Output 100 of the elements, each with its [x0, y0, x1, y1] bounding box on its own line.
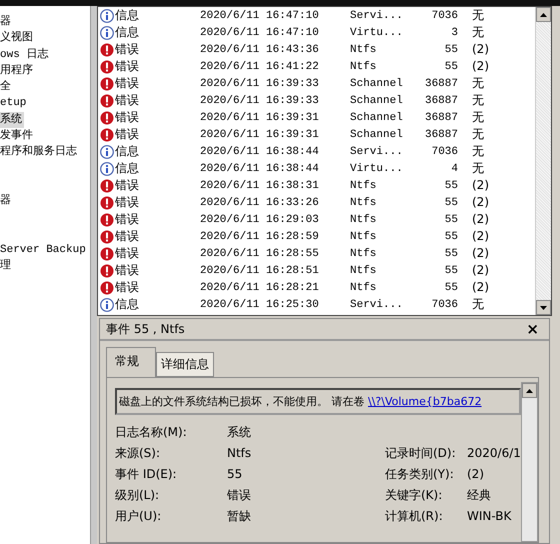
- tree-item[interactable]: Server Backup: [0, 242, 88, 258]
- field-value: 错误: [227, 488, 252, 503]
- category-text: 无: [471, 296, 485, 313]
- source-text: Ntfs: [350, 230, 378, 242]
- error-icon: [100, 42, 114, 56]
- category-text: 无: [471, 126, 485, 143]
- field-value: 经典: [467, 488, 492, 503]
- info-icon: [100, 144, 114, 158]
- category-text: (2): [471, 212, 490, 227]
- field-label: 级别(L):: [115, 488, 160, 503]
- scroll-up-icon[interactable]: [526, 388, 533, 392]
- category-text: 无: [471, 7, 485, 24]
- volume-link[interactable]: \\?\Volume{b7ba672: [368, 395, 482, 408]
- tree-item[interactable]: etup: [0, 95, 28, 112]
- event-id-text: 55: [444, 248, 458, 260]
- scrollbar[interactable]: [534, 7, 551, 315]
- level-text: 错误: [115, 58, 139, 75]
- error-icon: [100, 230, 114, 244]
- level-text: 错误: [115, 177, 139, 194]
- date-text: 2020/6/11 16:39:31: [200, 128, 320, 140]
- tab[interactable]: 详细信息: [156, 352, 214, 377]
- level-text: 错误: [115, 211, 139, 228]
- tree-item[interactable]: 义视图: [0, 30, 35, 47]
- source-text: Schannel: [350, 128, 404, 140]
- field-value: Ntfs: [227, 446, 252, 461]
- error-icon: [100, 246, 114, 260]
- level-text: 错误: [115, 194, 139, 211]
- level-text: 错误: [115, 279, 139, 296]
- tree-item[interactable]: 器: [0, 193, 13, 210]
- date-text: 2020/6/11 16:43:36: [200, 44, 320, 56]
- tree-item[interactable]: 系统: [0, 112, 24, 128]
- tree-item[interactable]: 全: [0, 79, 13, 96]
- close-button[interactable]: ×: [522, 320, 543, 338]
- date-text: 2020/6/11 16:38:44: [200, 146, 320, 158]
- category-text: 无: [471, 24, 485, 41]
- level-text: 错误: [115, 92, 139, 109]
- category-text: (2): [471, 42, 490, 57]
- event-id-text: 55: [444, 264, 458, 276]
- scroll-down-icon[interactable]: [540, 306, 547, 310]
- date-text: 2020/6/11 16:41:22: [200, 60, 320, 72]
- source-text: Schannel: [350, 112, 404, 124]
- info-icon: [100, 162, 114, 176]
- tree-item[interactable]: 理: [0, 258, 13, 275]
- level-text: 信息: [115, 7, 139, 24]
- level-text: 信息: [115, 143, 139, 160]
- source-text: Virtu...: [350, 162, 404, 174]
- event-id-text: 7036: [430, 298, 458, 310]
- field-label: 任务类别(Y):: [385, 467, 455, 482]
- error-icon: [100, 212, 114, 226]
- date-text: 2020/6/11 16:39:33: [200, 78, 320, 90]
- source-text: Ntfs: [350, 44, 378, 56]
- category-text: (2): [471, 280, 490, 295]
- category-text: (2): [471, 229, 490, 244]
- source-text: Servi...: [350, 146, 404, 158]
- source-text: Ntfs: [350, 60, 378, 72]
- event-id-text: 55: [444, 60, 458, 72]
- date-text: 2020/6/11 16:25:30: [200, 298, 320, 310]
- source-text: Ntfs: [350, 264, 378, 276]
- category-text: 无: [471, 143, 485, 160]
- info-icon: [100, 298, 114, 312]
- field-label: 记录时间(D):: [385, 446, 457, 461]
- date-text: 2020/6/11 16:28:59: [200, 230, 320, 242]
- level-text: 错误: [115, 75, 139, 92]
- info-icon: [100, 26, 114, 40]
- level-text: 错误: [115, 262, 139, 279]
- tree-item[interactable]: 程序和服务日志: [0, 144, 79, 161]
- event-id-text: 55: [444, 282, 458, 294]
- error-icon: [100, 94, 114, 108]
- date-text: 2020/6/11 16:47:10: [200, 10, 320, 22]
- tree-item[interactable]: 发事件: [0, 128, 35, 144]
- event-id-text: 36887: [424, 112, 458, 124]
- field-value: 暂缺: [227, 509, 252, 524]
- category-text: (2): [471, 195, 490, 210]
- category-text: 无: [471, 75, 485, 92]
- tab[interactable]: 常规: [106, 347, 156, 378]
- level-text: 信息: [115, 160, 139, 177]
- category-text: (2): [471, 263, 490, 278]
- level-text: 错误: [115, 245, 139, 262]
- tree-item[interactable]: 器: [0, 14, 13, 30]
- category-text: 无: [471, 160, 485, 177]
- date-text: 2020/6/11 16:38:31: [200, 180, 320, 192]
- source-text: Ntfs: [350, 196, 378, 208]
- source-text: Ntfs: [350, 282, 378, 294]
- event-id-text: 4: [450, 162, 458, 174]
- tree-item[interactable]: ows 日志: [0, 46, 50, 63]
- level-text: 信息: [115, 296, 139, 313]
- field-value: WIN-BK: [467, 509, 512, 524]
- date-text: 2020/6/11 16:39:31: [200, 112, 320, 124]
- info-icon: [100, 8, 114, 22]
- event-id-text: 55: [444, 180, 458, 192]
- level-text: 信息: [115, 24, 139, 41]
- event-id-text: 55: [444, 214, 458, 226]
- scrollbar[interactable]: [520, 382, 538, 542]
- date-text: 2020/6/11 16:39:33: [200, 94, 320, 106]
- source-text: Servi...: [350, 298, 404, 310]
- source-text: Schannel: [350, 94, 404, 106]
- tree-item[interactable]: 用程序: [0, 62, 35, 80]
- error-icon: [100, 110, 114, 124]
- field-value: (2): [467, 467, 485, 482]
- scroll-up-icon[interactable]: [540, 12, 547, 16]
